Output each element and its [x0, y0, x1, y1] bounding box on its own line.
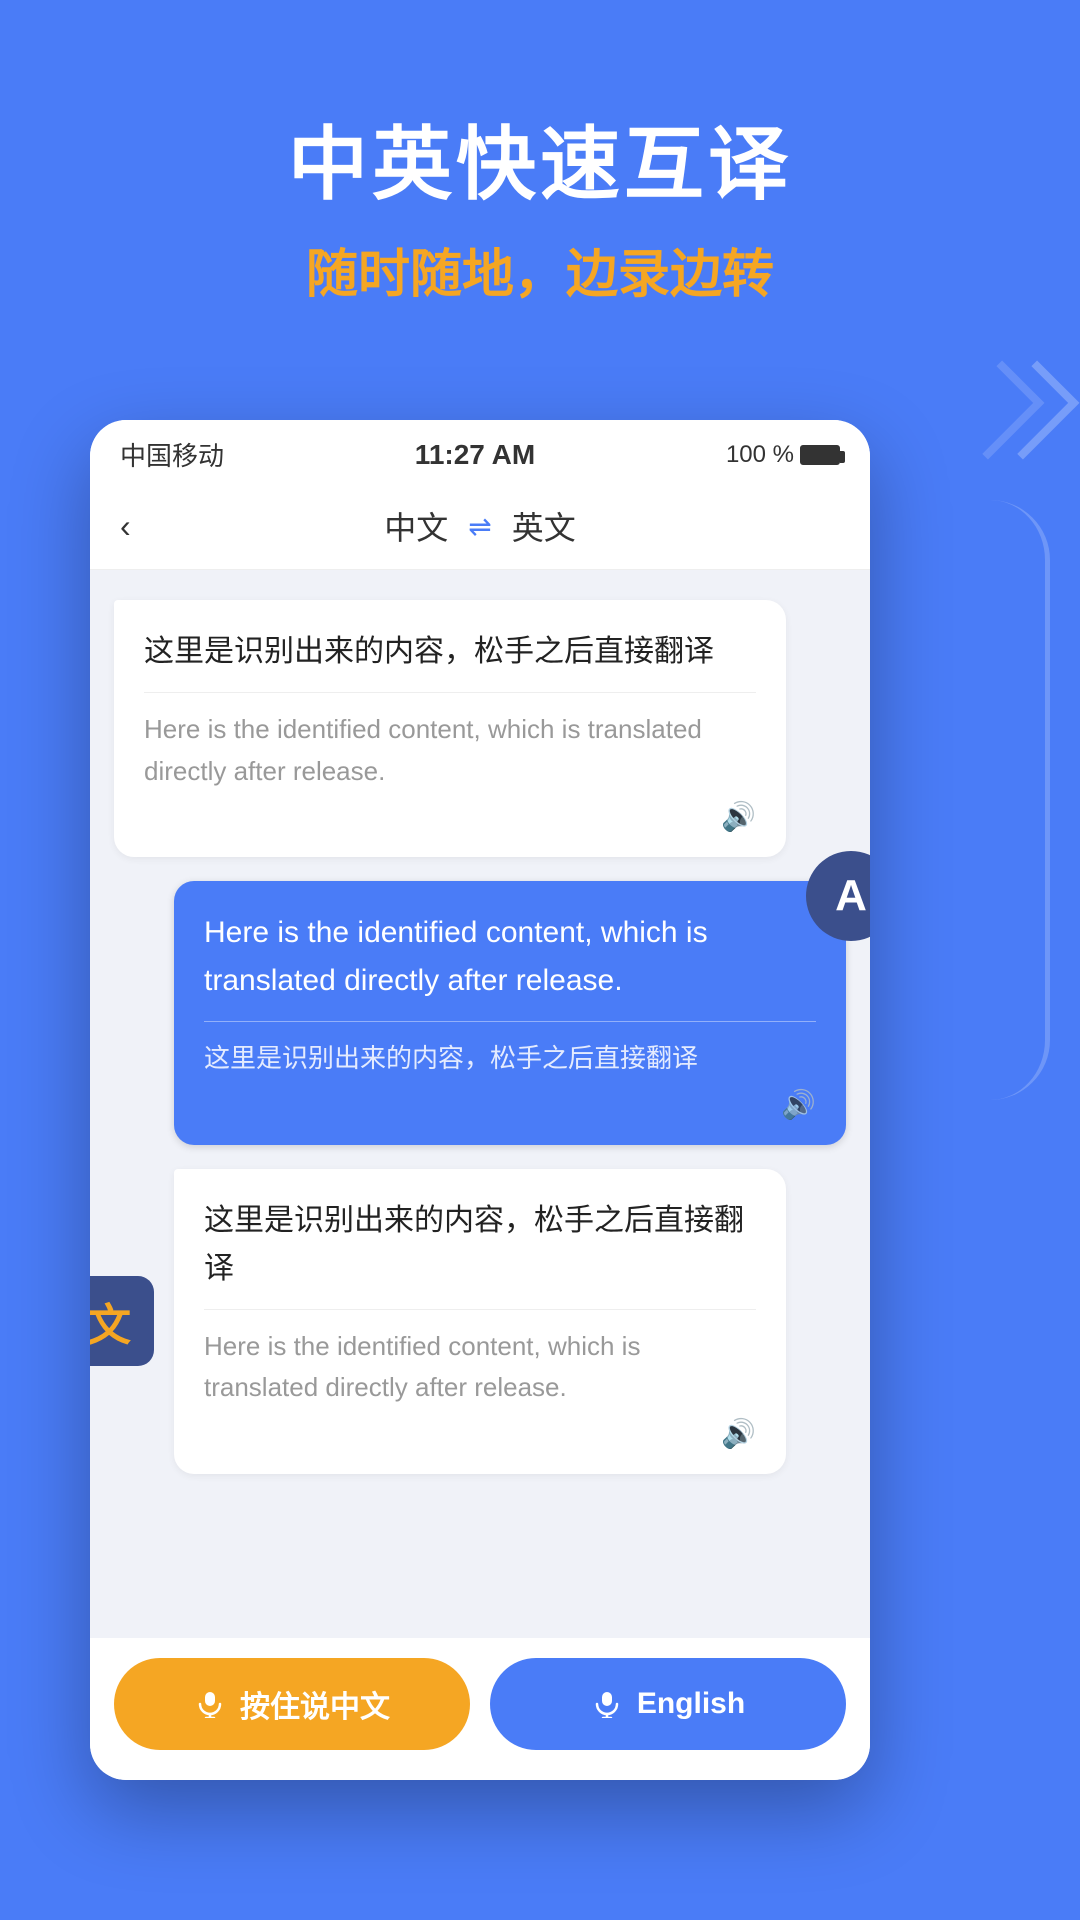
bubble2-original: Here is the identified content, which is…	[204, 909, 816, 1005]
bubble1-original: 这里是识别出来的内容，松手之后直接翻译	[144, 628, 756, 676]
mic-icon-english	[591, 1688, 623, 1720]
nav-lang-left: 中文	[384, 503, 448, 549]
speak-chinese-button[interactable]: 按住说中文	[114, 1658, 470, 1750]
message-bubble-2-wrapper: Here is the identified content, which is…	[114, 881, 846, 1145]
nav-lang-right: 英文	[512, 503, 576, 549]
bottom-bar: 按住说中文 English	[90, 1638, 870, 1780]
bubble3-translated: Here is the identified content, which is…	[204, 1326, 756, 1409]
chinese-badge: 文	[90, 1276, 154, 1366]
chinese-badge-char: 文	[90, 1289, 131, 1353]
chat-area: 这里是识别出来的内容，松手之后直接翻译 Here is the identifi…	[90, 570, 870, 1730]
bubble1-translated: Here is the identified content, which is…	[144, 709, 756, 792]
sub-title: 随时随地，边录边转	[0, 232, 1080, 307]
bubble3-container: 文 这里是识别出来的内容，松手之后直接翻译 Here is the identi…	[114, 1169, 846, 1474]
audio-icon-3[interactable]: 🔊	[721, 1417, 756, 1450]
phone-mockup: 中国移动 11:27 AM 100 % ‹ 中文 ⇌ 英文 这里是识别出来的内容…	[90, 420, 870, 1780]
message-bubble-1: 这里是识别出来的内容，松手之后直接翻译 Here is the identifi…	[114, 600, 786, 857]
speak-chinese-label: 按住说中文	[240, 1682, 390, 1726]
bg-decoration-curve	[930, 500, 1050, 1100]
main-title: 中英快速互译	[0, 100, 1080, 216]
nav-bar: ‹ 中文 ⇌ 英文	[90, 485, 870, 570]
bubble3-audio[interactable]: 🔊	[204, 1417, 756, 1450]
carrier-text: 中国移动	[120, 436, 224, 473]
speak-english-button[interactable]: English	[490, 1658, 846, 1750]
bubble2-divider	[204, 1021, 816, 1022]
bubble2-translated: 这里是识别出来的内容，松手之后直接翻译	[204, 1038, 816, 1080]
bubble1-audio[interactable]: 🔊	[144, 800, 756, 833]
header-section: 中英快速互译 随时随地，边录边转	[0, 0, 1080, 367]
battery-icon	[800, 445, 840, 465]
english-badge-char: A	[835, 871, 867, 921]
bubble2-audio[interactable]: 🔊	[204, 1088, 816, 1121]
audio-icon-2[interactable]: 🔊	[781, 1088, 816, 1121]
message-bubble-3: 这里是识别出来的内容，松手之后直接翻译 Here is the identifi…	[174, 1169, 786, 1474]
bubble3-divider	[204, 1309, 756, 1310]
time-text: 11:27 AM	[415, 439, 535, 471]
bubble1-divider	[144, 692, 756, 693]
battery-percent: 100 %	[726, 441, 794, 469]
mic-icon-chinese	[194, 1688, 226, 1720]
status-bar: 中国移动 11:27 AM 100 %	[90, 420, 870, 485]
audio-icon-1[interactable]: 🔊	[721, 800, 756, 833]
back-button[interactable]: ‹	[120, 508, 131, 545]
speak-english-label: English	[637, 1687, 745, 1721]
bubble3-original: 这里是识别出来的内容，松手之后直接翻译	[204, 1197, 756, 1293]
battery-indicator: 100 %	[726, 441, 840, 469]
nav-title-group: 中文 ⇌ 英文	[384, 503, 576, 549]
message-bubble-2: Here is the identified content, which is…	[174, 881, 846, 1145]
nav-lang-arrows[interactable]: ⇌	[468, 510, 491, 543]
